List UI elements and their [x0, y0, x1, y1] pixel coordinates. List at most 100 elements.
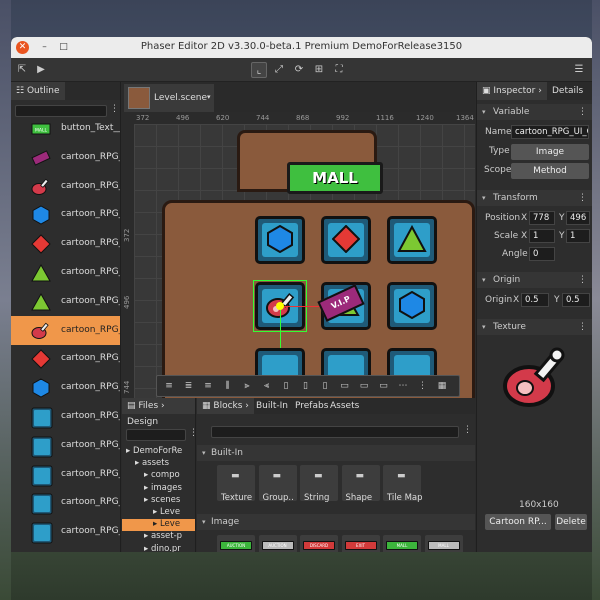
outline-item[interactable]: cartoon_RPG_U: [11, 258, 120, 287]
distribute-h-icon[interactable]: ⋯: [397, 380, 409, 392]
align-left-icon[interactable]: ≡: [163, 380, 175, 392]
image-block-item[interactable]: MALL: [424, 535, 463, 552]
ruler-tick-label: 992: [336, 114, 350, 122]
outline-item[interactable]: MALL button_Text___: [11, 114, 120, 143]
texture-delete-button[interactable]: Delete: [555, 514, 587, 530]
border-center-icon[interactable]: ▯: [300, 380, 312, 392]
tab-outline[interactable]: ☷ Outline: [11, 82, 65, 100]
outline-item[interactable]: cartoon_RPG_U: [11, 431, 120, 460]
texture-select-button[interactable]: Cartoon RP...: [485, 514, 551, 530]
chevron-down-icon[interactable]: ▾: [207, 93, 211, 101]
tab-blocks[interactable]: ▦ Blocks ›: [197, 398, 254, 414]
align-middle-icon[interactable]: ⫸: [241, 380, 253, 392]
translate-tool-icon[interactable]: ⌞: [251, 62, 267, 78]
file-tree-item[interactable]: ▸ Leve: [122, 507, 195, 519]
outline-item[interactable]: cartoon_RPG_U: [11, 172, 120, 201]
tab-built-in[interactable]: Built-In: [251, 398, 293, 414]
file-tree-item[interactable]: ▸ assets: [122, 458, 195, 470]
scale-x-field[interactable]: 1: [529, 229, 555, 243]
image-block-item[interactable]: DISCARD: [300, 535, 338, 552]
files-menu-icon[interactable]: ⋮: [189, 428, 195, 438]
play-icon[interactable]: ▶: [33, 62, 49, 78]
outline-item[interactable]: cartoon_RPG_U: [11, 344, 120, 373]
name-field[interactable]: cartoon_RPG_UI_G: [511, 125, 589, 139]
distribute-v-icon[interactable]: ⋮: [417, 380, 429, 392]
file-tree-item[interactable]: ▸ Leve: [122, 519, 195, 532]
border-middle-icon[interactable]: ▭: [358, 380, 370, 392]
tab-level-scene[interactable]: Level.scene ▾: [124, 84, 214, 112]
outline-item[interactable]: cartoon_RPG_U: [11, 517, 120, 546]
tab-files[interactable]: ▤ Files › Design: [122, 398, 195, 427]
outline-item[interactable]: cartoon_RPG_U: [11, 488, 120, 517]
image-block-item[interactable]: AUCTION: [217, 535, 255, 552]
image-block-item[interactable]: MALL: [383, 535, 421, 552]
origin-handle[interactable]: [276, 302, 284, 310]
file-tree-item[interactable]: ▸ images: [122, 483, 195, 495]
outline-item[interactable]: cartoon_RPG_U: [11, 315, 120, 345]
tab-details[interactable]: Details: [547, 82, 588, 100]
slot-blue-gem-3[interactable]: [387, 282, 437, 330]
mall-button-sprite[interactable]: MALL: [287, 162, 383, 194]
outline-panel: ☷ Outline ⋮ MALL button_Text___ cartoon_RP…: [11, 82, 121, 552]
menu-icon[interactable]: ☰: [571, 62, 587, 78]
image-block-item[interactable]: EXIT: [341, 535, 380, 552]
border-bottom-icon[interactable]: ▭: [378, 380, 390, 392]
section-menu-icon[interactable]: ⋮: [578, 104, 587, 120]
tab-inspector[interactable]: ▣ Inspector ›: [477, 82, 547, 100]
builtin-block-label: String: [304, 493, 330, 503]
outline-item[interactable]: cartoon_RPG_U: [11, 143, 120, 172]
grid-icon[interactable]: ▦: [436, 380, 448, 392]
section-menu-icon[interactable]: ⋮: [578, 319, 587, 335]
file-tree-item[interactable]: ▸ asset-p: [122, 531, 195, 543]
file-tree-item[interactable]: ▸ DemoForRe: [122, 446, 195, 458]
outline-item-label: cartoon_RPG_U: [61, 151, 120, 162]
variable-section-header[interactable]: ▾ Variable ⋮: [477, 104, 592, 120]
slot-green-gem[interactable]: [387, 216, 437, 264]
resize-tool-icon[interactable]: ⛶: [331, 62, 347, 78]
texture-section-header[interactable]: ▾ Texture ⋮: [477, 319, 592, 335]
builtin-section-header[interactable]: ▾ Built-In: [197, 445, 475, 461]
file-tree-item[interactable]: ▸ dino.pr: [122, 544, 195, 552]
transform-section-header[interactable]: ▾ Transform ⋮: [477, 190, 592, 206]
outline-item[interactable]: cartoon_RPG_U: [11, 229, 120, 258]
origin-section-header[interactable]: ▾ Origin ⋮: [477, 272, 592, 288]
files-filter-input[interactable]: [126, 429, 186, 441]
tab-assets[interactable]: Assets: [325, 398, 364, 414]
align-bottom-icon[interactable]: ⫷: [261, 380, 273, 392]
border-top-icon[interactable]: ▭: [339, 380, 351, 392]
section-menu-icon[interactable]: ⋮: [578, 272, 587, 288]
align-top-icon[interactable]: ⫼: [222, 380, 234, 392]
angle-field[interactable]: 0: [529, 247, 555, 261]
position-y-field[interactable]: 496: [566, 211, 590, 225]
slot-red-gem[interactable]: [321, 216, 371, 264]
align-right-icon[interactable]: ≡: [202, 380, 214, 392]
image-section-header[interactable]: ▾ Image: [197, 514, 475, 530]
align-center-icon[interactable]: ≣: [183, 380, 195, 392]
border-right-icon[interactable]: ▯: [319, 380, 331, 392]
outline-item[interactable]: cartoon_RPG_U: [11, 460, 120, 489]
position-x-field[interactable]: 778: [529, 211, 555, 225]
file-tree-item[interactable]: ▸ scenes: [122, 495, 195, 507]
slot-blue-gem[interactable]: [255, 216, 305, 264]
outline-menu-icon[interactable]: ⋮: [110, 104, 119, 114]
origin-tool-icon[interactable]: ⊞: [311, 62, 327, 78]
outline-item[interactable]: cartoon_RPG_U: [11, 287, 120, 316]
scene-editor-canvas[interactable]: 372 496 620 744 868 992 1116 1240 1364 372 496 744…: [122, 112, 475, 398]
rotate-tool-icon[interactable]: ⟳: [291, 62, 307, 78]
file-tree-item[interactable]: ▸ compo: [122, 470, 195, 482]
image-block-item[interactable]: AUCTION: [258, 535, 297, 552]
origin-y-field[interactable]: 0.5: [562, 293, 590, 307]
export-icon[interactable]: ⇱: [14, 62, 30, 78]
border-left-icon[interactable]: ▯: [280, 380, 292, 392]
blocks-filter-input[interactable]: [211, 426, 459, 438]
outline-item[interactable]: cartoon_RPG_U: [11, 200, 120, 229]
outline-item[interactable]: cartoon_RPG_U: [11, 402, 120, 431]
scale-tool-icon[interactable]: ⤢: [271, 62, 287, 78]
origin-x-field[interactable]: 0.5: [521, 293, 549, 307]
scope-button[interactable]: Method: [511, 163, 589, 179]
scale-y-field[interactable]: 1: [566, 229, 590, 243]
outline-item[interactable]: cartoon_RPG_U: [11, 373, 120, 402]
section-menu-icon[interactable]: ⋮: [578, 190, 587, 206]
blocks-menu-icon[interactable]: ⋮: [463, 425, 472, 435]
type-button[interactable]: Image: [511, 144, 589, 160]
